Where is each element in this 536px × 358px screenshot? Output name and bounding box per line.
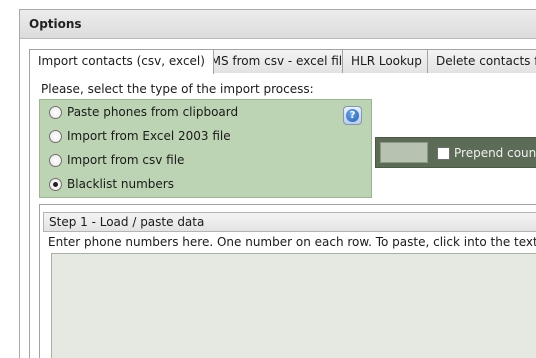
radio-option-paste-clipboard[interactable]: Paste phones from clipboard xyxy=(49,103,238,121)
radio-button[interactable] xyxy=(49,129,62,143)
tab-delete-contacts[interactable]: Delete contacts fro xyxy=(427,49,536,73)
question-mark-icon: ? xyxy=(346,109,359,122)
phone-numbers-textarea[interactable] xyxy=(51,253,536,358)
step-header: Step 1 - Load / paste data xyxy=(43,212,536,232)
radio-label: Blacklist numbers xyxy=(67,177,174,191)
tab-sms-from-csv[interactable]: SMS from csv - excel file xyxy=(194,49,359,73)
radio-label: Import from csv file xyxy=(67,153,185,167)
radio-button[interactable] xyxy=(49,105,62,119)
import-type-prompt: Please, select the type of the import pr… xyxy=(41,82,314,96)
help-button[interactable]: ? xyxy=(343,106,362,125)
country-prefix-bar: Prepend countr xyxy=(375,137,536,168)
step-instructions: Enter phone numbers here. One number on … xyxy=(48,235,536,249)
country-code-field[interactable] xyxy=(380,142,428,163)
step-title: Step 1 - Load / paste data xyxy=(49,215,205,229)
options-window: Options Import contacts (csv, excel) SMS… xyxy=(0,0,536,358)
radio-option-blacklist[interactable]: Blacklist numbers xyxy=(49,175,174,193)
prepend-country-label: Prepend countr xyxy=(454,146,536,160)
window-titlebar: Options xyxy=(19,9,536,39)
radio-button-selected[interactable] xyxy=(49,177,62,191)
radio-option-csv-file[interactable]: Import from csv file xyxy=(49,151,184,169)
tab-hlr-lookup[interactable]: HLR Lookup xyxy=(342,49,431,73)
radio-label: Paste phones from clipboard xyxy=(67,105,239,119)
window-title: Options xyxy=(29,17,82,31)
tab-strip: Import contacts (csv, excel) SMS from cs… xyxy=(29,49,536,74)
prepend-country-checkbox[interactable] xyxy=(437,147,450,160)
import-type-radio-group: Paste phones from clipboard Import from … xyxy=(39,99,372,198)
tab-import-contacts[interactable]: Import contacts (csv, excel) xyxy=(29,49,214,74)
radio-button[interactable] xyxy=(49,153,62,167)
radio-option-excel-2003[interactable]: Import from Excel 2003 file xyxy=(49,127,231,145)
radio-label: Import from Excel 2003 file xyxy=(67,129,231,143)
